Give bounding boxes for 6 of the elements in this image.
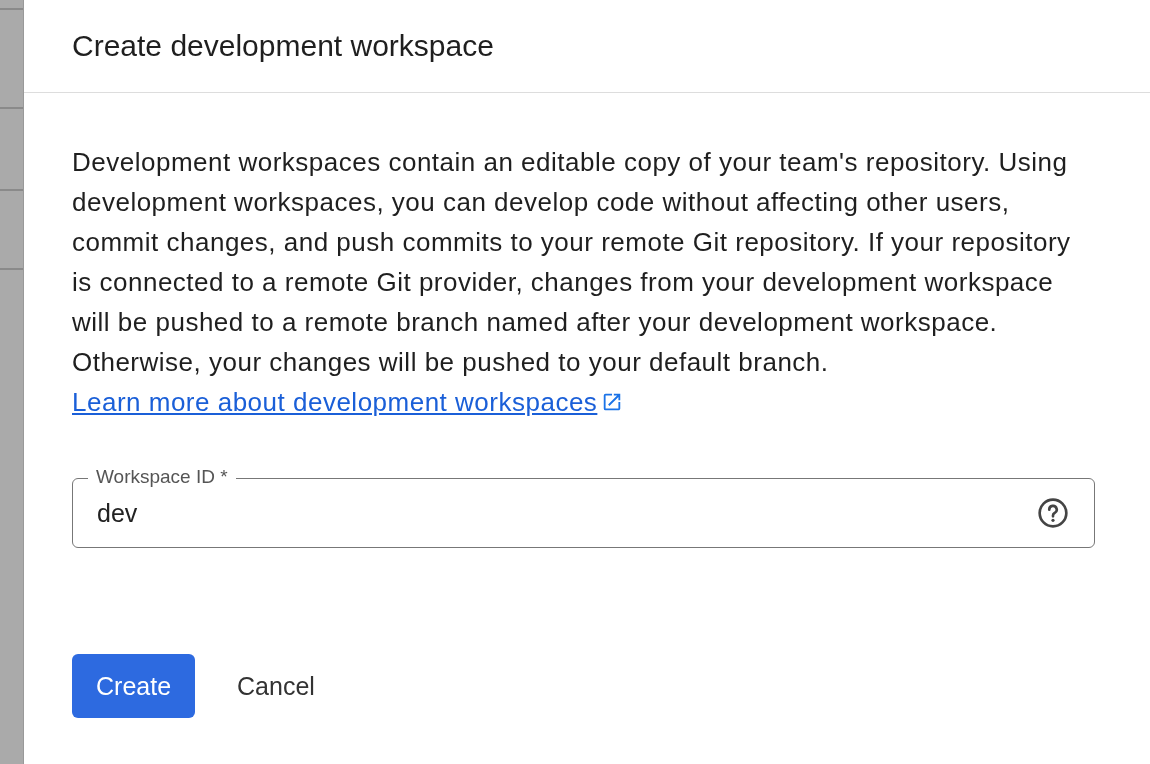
create-button[interactable]: Create [72,654,196,718]
learn-more-link[interactable]: Learn more about development workspaces [72,387,624,417]
dialog-title: Create development workspace [24,0,1150,93]
help-icon[interactable] [1037,497,1069,529]
description-text: Development workspaces contain an editable copy of your team's repository. Using development workspaces, you can develop code without affecting other users, commit changes, and push commits to your remote Git repository. If your repository is connected to a remote Git provider, changes from your development workspace will be pushed to a remote branch named after your development workspace. Otherwise, your changes will be pushed to your default branch. Learn more about development workspaces [72,146,1072,419]
cancel-button[interactable]: Cancel [213,654,339,718]
